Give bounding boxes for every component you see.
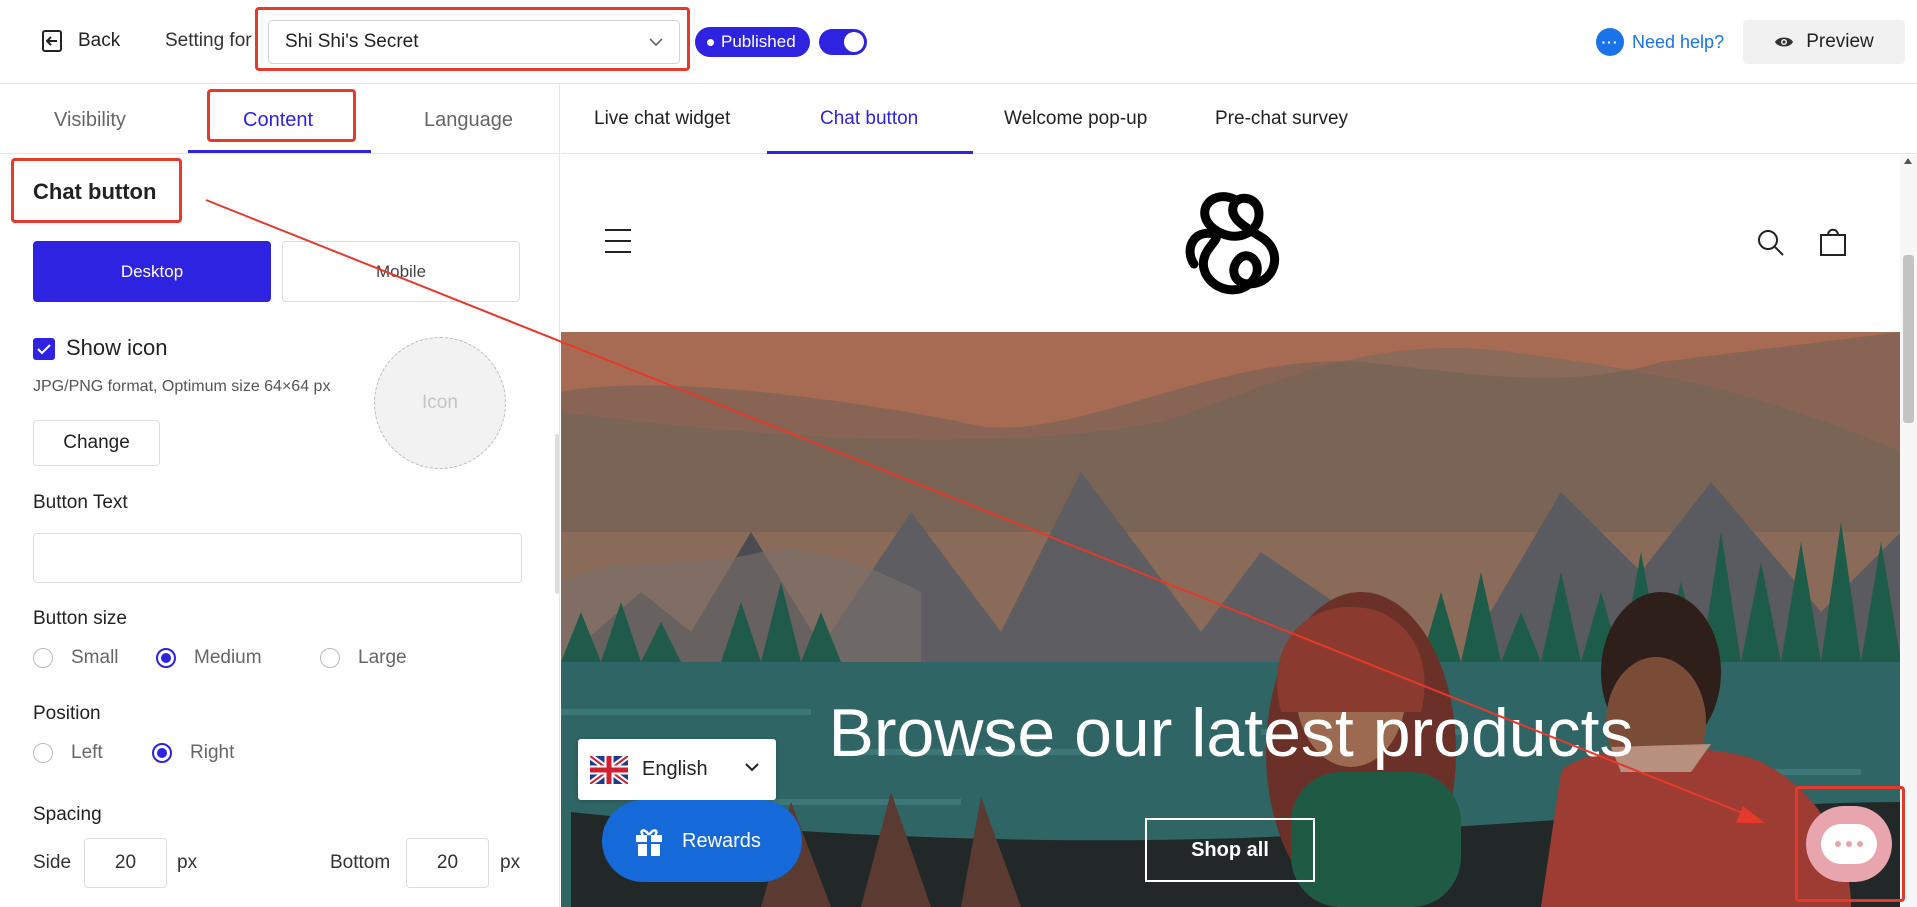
desktop-tab-button[interactable]: Desktop — [33, 241, 271, 302]
store-logo — [1185, 192, 1280, 295]
show-icon-checkbox[interactable] — [33, 338, 55, 360]
button-text-input[interactable] — [33, 533, 522, 583]
preview-tabs: Live chat widget Chat button Welcome pop… — [561, 84, 1917, 154]
store-select[interactable]: Shi Shi's Secret — [268, 20, 680, 64]
chat-button-preview[interactable] — [1806, 806, 1892, 882]
settings-tabs: Visibility Content Language — [0, 84, 560, 154]
bottom-input[interactable]: 20 — [406, 838, 489, 888]
active-preview-tab-indicator — [767, 151, 973, 154]
back-label: Back — [78, 30, 121, 51]
size-small-option[interactable]: Small — [33, 647, 136, 669]
tab-pre-chat-survey[interactable]: Pre-chat survey — [1215, 108, 1348, 130]
chat-bubble-icon — [1821, 824, 1877, 864]
back-button[interactable]: Back — [40, 28, 120, 54]
search-icon[interactable] — [1756, 228, 1786, 258]
scroll-thumb[interactable] — [1903, 255, 1914, 423]
position-left-option[interactable]: Left — [33, 742, 132, 764]
side-unit: px — [177, 852, 198, 873]
cart-icon[interactable] — [1818, 226, 1848, 258]
size-small-radio[interactable] — [33, 648, 53, 668]
bottom-value: 20 — [436, 852, 459, 873]
size-medium-option[interactable]: Medium — [156, 647, 300, 669]
side-value: 20 — [114, 852, 137, 873]
size-medium-label: Medium — [194, 647, 262, 668]
position-right-radio[interactable] — [152, 743, 172, 763]
toggle-knob — [844, 32, 864, 52]
mobile-tab-button[interactable]: Mobile — [282, 241, 520, 302]
back-icon — [42, 30, 62, 52]
store-header — [561, 155, 1901, 332]
bottom-label: Bottom — [330, 852, 391, 873]
format-hint: JPG/PNG format, Optimum size 64×64 px — [33, 378, 331, 395]
chevron-down-icon — [649, 38, 663, 47]
status-badge-label: Published — [721, 32, 796, 51]
settings-panel: Visibility Content Language Chat button … — [0, 84, 560, 907]
active-tab-indicator — [188, 150, 371, 153]
top-bar: Back Setting for Shi Shi's Secret Publis… — [0, 0, 1917, 84]
status-dot-icon — [707, 38, 714, 46]
help-label: Need help? — [1632, 31, 1725, 52]
menu-icon[interactable] — [605, 229, 631, 262]
size-small-label: Small — [71, 647, 119, 668]
tab-chat-button[interactable]: Chat button — [820, 108, 918, 130]
publish-toggle[interactable] — [819, 29, 867, 55]
rewards-button[interactable]: Rewards — [602, 800, 802, 882]
button-size-options: Small Medium Large — [33, 647, 427, 669]
position-label: Position — [33, 703, 101, 724]
preview-label: Preview — [1806, 31, 1874, 52]
size-large-option[interactable]: Large — [320, 647, 407, 669]
position-options: Left Right — [33, 742, 254, 764]
size-large-label: Large — [358, 647, 407, 668]
size-large-radio[interactable] — [320, 648, 340, 668]
position-right-option[interactable]: Right — [152, 742, 234, 764]
change-icon-button[interactable]: Change — [33, 420, 160, 466]
chevron-down-icon — [745, 763, 759, 772]
help-link[interactable]: ··· Need help? — [1596, 28, 1724, 56]
scroll-up-icon[interactable] — [1904, 158, 1912, 164]
gift-icon — [636, 829, 662, 856]
position-left-label: Left — [71, 742, 103, 763]
button-size-label: Button size — [33, 608, 127, 629]
preview-button[interactable]: Preview — [1743, 20, 1905, 64]
uk-flag-icon — [590, 755, 628, 784]
size-medium-radio[interactable] — [156, 648, 176, 668]
rewards-label: Rewards — [682, 829, 761, 852]
bottom-unit: px — [500, 852, 521, 873]
button-text-label: Button Text — [33, 492, 128, 513]
spacing-row: Side 20 px Bottom 20 px — [33, 838, 523, 888]
status-badge: Published — [695, 27, 810, 57]
tab-live-chat-widget[interactable]: Live chat widget — [594, 108, 730, 130]
eye-icon — [1775, 37, 1794, 47]
side-label: Side — [33, 852, 72, 873]
spacing-label: Spacing — [33, 804, 102, 825]
preview-scrollbar[interactable] — [1900, 155, 1917, 907]
language-selector[interactable]: English — [578, 739, 776, 800]
settings-scrollbar[interactable] — [555, 434, 559, 594]
show-icon-label: Show icon — [66, 335, 168, 360]
icon-preview[interactable]: Icon — [374, 337, 506, 469]
tab-visibility[interactable]: Visibility — [54, 109, 126, 132]
position-left-radio[interactable] — [33, 743, 53, 763]
checkmark-icon — [37, 344, 51, 355]
tab-content[interactable]: Content — [243, 109, 313, 132]
setting-for-label: Setting for — [165, 30, 252, 51]
side-input[interactable]: 20 — [84, 838, 167, 888]
language-label: English — [642, 758, 708, 780]
position-right-label: Right — [190, 742, 235, 763]
tab-welcome-popup[interactable]: Welcome pop-up — [1004, 108, 1147, 130]
icon-placeholder-label: Icon — [422, 392, 458, 413]
section-title: Chat button — [33, 179, 157, 204]
shop-all-button[interactable]: Shop all — [1145, 818, 1315, 882]
tab-language[interactable]: Language — [424, 109, 513, 132]
chat-help-icon: ··· — [1596, 28, 1624, 56]
store-select-value: Shi Shi's Secret — [285, 31, 419, 52]
